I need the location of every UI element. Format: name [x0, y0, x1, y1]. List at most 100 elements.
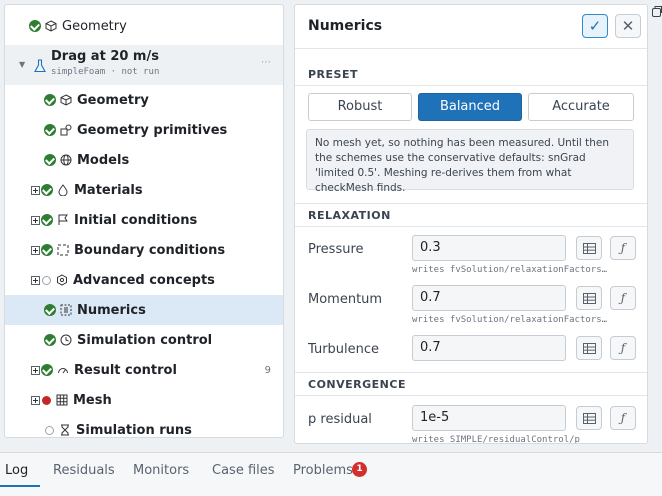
preset-accurate-button[interactable]: Accurate	[528, 93, 634, 121]
p-residual-input[interactable]: 1e-5	[412, 405, 566, 431]
shapes-icon	[59, 123, 73, 137]
expand-icon[interactable]	[31, 365, 40, 375]
table-button[interactable]	[576, 336, 602, 360]
case-title: Drag at 20 m/s	[51, 49, 159, 64]
function-button[interactable]: ƒ	[610, 406, 636, 430]
tab-monitors[interactable]: Monitors	[133, 463, 189, 478]
panel-title: Numerics	[308, 18, 383, 34]
tree-item-label: Mesh	[73, 392, 112, 408]
table-icon	[582, 342, 596, 354]
turbulence-label: Turbulence	[308, 342, 380, 357]
cube-icon	[44, 19, 58, 33]
preset-heading: PRESET	[308, 68, 358, 81]
ok-status-icon	[44, 304, 56, 316]
tree-item-label: Boundary conditions	[74, 242, 226, 258]
close-button[interactable]: ✕	[615, 14, 641, 38]
table-button[interactable]	[576, 286, 602, 310]
ok-status-icon	[44, 334, 56, 346]
tab-log[interactable]: Log	[5, 463, 28, 478]
error-status-icon	[42, 395, 51, 405]
mesh-info-note: No mesh yet, so nothing has been measure…	[306, 129, 634, 194]
preset-balanced-button[interactable]: Balanced	[418, 93, 522, 121]
tree-item-label: Models	[77, 152, 130, 168]
expand-icon[interactable]	[31, 245, 40, 255]
tree-item-label: Materials	[74, 182, 143, 198]
divider	[295, 395, 647, 396]
p-residual-label: p residual	[308, 412, 372, 427]
droplet-icon	[56, 183, 70, 197]
table-icon	[582, 242, 596, 254]
turbulence-input[interactable]: 0.7	[412, 335, 566, 361]
gauge-icon	[56, 363, 70, 377]
function-button[interactable]: ƒ	[610, 286, 636, 310]
tree-item-geometry-primitives[interactable]: Geometry primitives	[5, 115, 283, 145]
tree-item-result-control[interactable]: Result control 9	[5, 355, 283, 385]
ok-status-icon	[41, 364, 53, 376]
divider	[295, 226, 647, 227]
momentum-input[interactable]: 0.7	[412, 285, 566, 311]
tree-item-label: Result control	[74, 362, 177, 378]
tree-item-geometry-top[interactable]: Geometry	[5, 11, 283, 41]
table-button[interactable]	[576, 236, 602, 260]
more-icon[interactable]: ⋯	[261, 57, 271, 68]
tree-item-materials[interactable]: Materials	[5, 175, 283, 205]
tree-item-label: Geometry	[77, 92, 149, 108]
ok-status-icon	[41, 214, 53, 226]
tree-item-numerics[interactable]: Numerics	[5, 295, 283, 325]
confirm-button[interactable]: ✓	[582, 14, 608, 38]
empty-status-icon	[42, 275, 51, 285]
function-button[interactable]: ƒ	[610, 236, 636, 260]
tab-residuals[interactable]: Residuals	[53, 463, 115, 478]
tree-item-label: Geometry primitives	[77, 122, 228, 138]
ok-status-icon	[44, 124, 56, 136]
item-count: 9	[264, 364, 271, 376]
tree-item-geometry[interactable]: Geometry	[5, 85, 283, 115]
function-button[interactable]: ƒ	[610, 336, 636, 360]
tree-item-mesh[interactable]: Mesh	[5, 385, 283, 415]
cube-icon	[59, 93, 73, 107]
panel-header: Numerics ✓ ✕	[295, 5, 647, 49]
popout-icon[interactable]	[652, 6, 662, 20]
pressure-input[interactable]: 0.3	[412, 235, 566, 261]
relaxation-heading: RELAXATION	[308, 209, 391, 222]
tree-item-label: Geometry	[62, 18, 127, 34]
empty-status-icon	[45, 425, 54, 435]
table-icon	[582, 292, 596, 304]
tree-item-label: Numerics	[77, 302, 146, 318]
table-button[interactable]	[576, 406, 602, 430]
tree-item-simulation-runs[interactable]: Simulation runs	[5, 415, 283, 437]
flask-icon	[34, 58, 46, 77]
tree-item-boundary-conditions[interactable]: Boundary conditions	[5, 235, 283, 265]
tree-item-label: Initial conditions	[74, 212, 198, 228]
divider	[295, 372, 647, 373]
bottom-tab-bar: Log Residuals Monitors Case files Proble…	[0, 452, 662, 496]
expand-icon[interactable]	[31, 185, 40, 195]
tree-item-label: Simulation control	[77, 332, 213, 348]
divider	[295, 85, 647, 86]
ok-status-icon	[44, 154, 56, 166]
tab-case-files[interactable]: Case files	[212, 463, 275, 478]
numerics-panel: Numerics ✓ ✕ PRESET Robust Balanced Accu…	[294, 4, 648, 444]
tree-item-advanced-concepts[interactable]: Advanced concepts	[5, 265, 283, 295]
expand-icon[interactable]	[31, 395, 40, 405]
collapse-caret-icon[interactable]: ▼	[19, 60, 25, 69]
app-window: Geometry ▼ Drag at 20 m/s simpleFoam · n…	[0, 0, 662, 496]
expand-icon[interactable]	[31, 275, 40, 285]
problems-count-badge: 1	[352, 462, 367, 477]
tree-item-models[interactable]: Models	[5, 145, 283, 175]
case-header[interactable]: ▼ Drag at 20 m/s simpleFoam · not run ⋯	[5, 45, 283, 85]
flag-icon	[56, 213, 70, 227]
preset-robust-button[interactable]: Robust	[308, 93, 412, 121]
table-icon	[582, 412, 596, 424]
momentum-label: Momentum	[308, 292, 383, 307]
tree-item-simulation-control[interactable]: Simulation control	[5, 325, 283, 355]
writes-path: writes SIMPLE/residualControl/p	[412, 435, 580, 444]
case-tree: Geometry ▼ Drag at 20 m/s simpleFoam · n…	[4, 4, 284, 438]
ok-status-icon	[44, 94, 56, 106]
globe-icon	[59, 153, 73, 167]
tree-item-initial-conditions[interactable]: Initial conditions	[5, 205, 283, 235]
tree-item-label: Advanced concepts	[73, 272, 215, 288]
expand-icon[interactable]	[31, 215, 40, 225]
hourglass-icon	[58, 423, 72, 437]
tab-problems[interactable]: Problems	[293, 463, 353, 478]
